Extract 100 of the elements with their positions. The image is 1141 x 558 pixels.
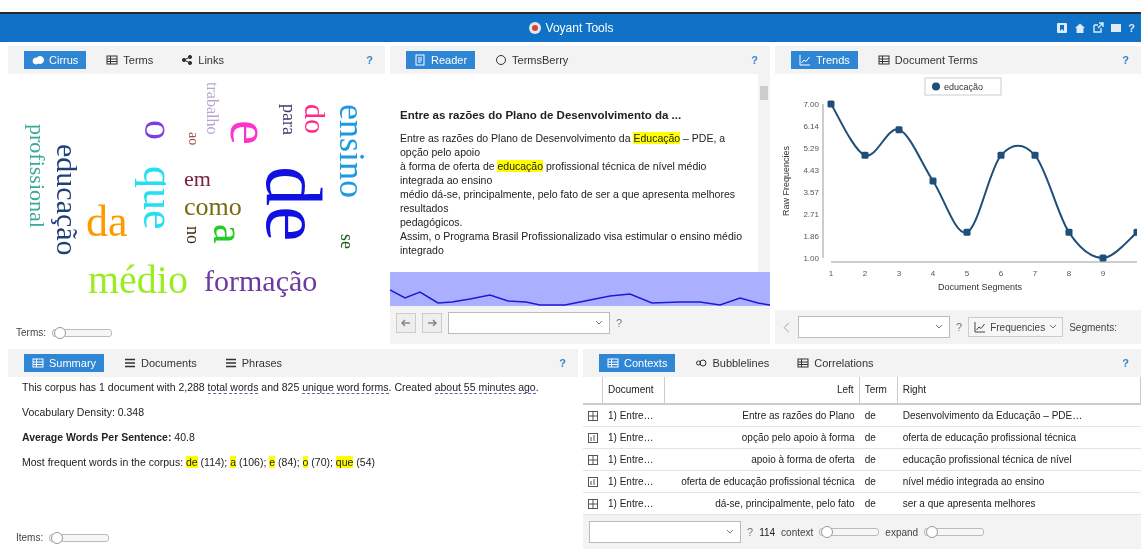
density-graph[interactable] [390, 272, 770, 306]
table-cell-text: de [863, 476, 877, 487]
help-button[interactable]: ? [1128, 22, 1135, 34]
line-chart-icon [799, 54, 811, 66]
slider-label: Items: [16, 532, 44, 543]
data-point[interactable] [1065, 228, 1073, 236]
scrollbar[interactable] [758, 74, 770, 272]
data-point[interactable] [895, 126, 903, 134]
table-cell-text: Desenvolvimento da Educação – PDE… [901, 410, 1084, 421]
y-tick-label: 7.00 [803, 100, 819, 109]
cloud-word[interactable]: ao [186, 132, 200, 146]
column-header[interactable]: Left [665, 377, 860, 403]
table-cell-text: Entre as razões do Plano [741, 410, 856, 421]
document-text-line: pedagógicos. [400, 215, 464, 229]
help-button[interactable]: ? [616, 317, 623, 329]
panel-tab[interactable]: Contexts [599, 354, 676, 372]
panel-tab[interactable]: Cirrus [24, 51, 87, 69]
expand-row-icon[interactable] [588, 498, 598, 509]
y-tick-label: 4.43 [803, 166, 819, 175]
panel-tab[interactable]: Correlations [789, 354, 882, 372]
cloud-word[interactable]: o [138, 120, 178, 140]
forward-button[interactable] [422, 313, 442, 333]
cloud-word[interactable]: no [184, 226, 202, 244]
table-cell-text: apoio à forma de oferta [750, 454, 856, 465]
help-button[interactable]: ? [1122, 357, 1129, 369]
cloud-word[interactable]: em [184, 168, 211, 190]
help-button[interactable]: ? [559, 357, 566, 369]
slider-thumb[interactable] [51, 531, 64, 544]
help-button[interactable]: ? [751, 54, 758, 66]
expand-row-icon[interactable] [588, 454, 598, 465]
cloud-word[interactable]: profissional [26, 124, 48, 228]
frequencies-dropdown[interactable]: Frequencies [968, 317, 1064, 337]
column-header[interactable]: Term [859, 377, 898, 403]
table-cell-text: 1) Entre… [607, 410, 655, 421]
slider-thumb[interactable] [926, 526, 939, 538]
column-header[interactable]: Right [897, 377, 1141, 403]
panel-tab[interactable]: Document Terms [869, 51, 986, 69]
export-icon[interactable] [1092, 22, 1105, 34]
cloud-word[interactable]: de [254, 166, 334, 242]
slider-track[interactable] [49, 533, 110, 542]
table-cell-text: ser a que apresenta melhores [901, 498, 1037, 509]
slider-track[interactable] [924, 528, 985, 536]
caret-icon [935, 324, 943, 330]
cloud-word[interactable]: do [300, 104, 330, 134]
help-button[interactable]: ? [747, 526, 754, 538]
slider-thumb[interactable] [821, 526, 834, 538]
segments-label: Segments: [1069, 321, 1117, 333]
grid-icon [607, 357, 619, 369]
cloud-word[interactable]: formação [204, 266, 318, 296]
help-button[interactable]: ? [956, 321, 963, 333]
y-tick-label: 3.57 [803, 188, 819, 197]
cloud-word[interactable]: para [280, 104, 298, 135]
slider-track[interactable] [52, 328, 112, 337]
panel-tab[interactable]: Reader [406, 51, 476, 69]
panel-tab[interactable]: Summary [24, 354, 105, 372]
table-cell-text: de [863, 454, 877, 465]
caret-icon [726, 529, 734, 535]
summary-paragraph: Most frequent words in the corpus: de (114); a (106); e (84); o (70); que (54) [22, 456, 376, 469]
data-point[interactable] [1031, 151, 1039, 159]
window-icon[interactable] [1110, 22, 1123, 34]
panel-tab[interactable]: Trends [791, 51, 858, 69]
y-tick-label: 1.00 [803, 254, 819, 263]
data-point[interactable] [1133, 228, 1137, 236]
data-point[interactable] [827, 100, 835, 108]
slider-track[interactable] [819, 528, 880, 536]
table-cell-text: nível médio integrada ao ensino [901, 476, 1046, 487]
data-point[interactable] [963, 228, 971, 236]
bookmark-icon[interactable] [1056, 22, 1069, 34]
document-icon [414, 54, 426, 66]
data-point[interactable] [929, 177, 937, 185]
x-axis-title: Document Segments [938, 282, 1022, 292]
table-cell-text: de [863, 432, 877, 443]
help-button[interactable]: ? [366, 54, 373, 66]
chart-legend[interactable]: educação [924, 77, 1002, 96]
column-header[interactable]: Document [603, 377, 665, 403]
cloud-word[interactable]: educação [52, 144, 82, 256]
expand-row-icon[interactable] [588, 410, 598, 421]
panel-tab[interactable]: Terms [98, 51, 162, 69]
data-point[interactable] [1099, 254, 1107, 262]
panel-tab[interactable]: Documents [116, 354, 205, 372]
data-point[interactable] [997, 151, 1005, 159]
data-point[interactable] [861, 151, 869, 159]
expand-row-icon[interactable] [588, 476, 598, 487]
panel-tab[interactable]: Phrases [216, 354, 291, 372]
home-icon[interactable] [1074, 22, 1087, 34]
panel-tab[interactable]: Links [173, 51, 232, 69]
cloud-word[interactable]: ensino [334, 104, 370, 198]
left-arrow-icon [400, 317, 412, 329]
y-tick-label: 6.14 [803, 122, 819, 131]
help-button[interactable]: ? [1122, 54, 1129, 66]
y-tick-label: 1.86 [803, 232, 819, 241]
cloud-word[interactable]: se [338, 234, 356, 249]
expand-row-icon[interactable] [588, 432, 598, 443]
x-tick-label: 9 [1100, 269, 1106, 278]
panel-tab[interactable]: Bubblelines [687, 354, 778, 372]
cloud-word[interactable]: como [184, 194, 242, 220]
cloud-word[interactable]: e [222, 120, 278, 145]
slider-thumb[interactable] [53, 326, 66, 339]
back-button[interactable] [396, 313, 416, 333]
panel-tab[interactable]: TermsBerry [487, 51, 577, 69]
